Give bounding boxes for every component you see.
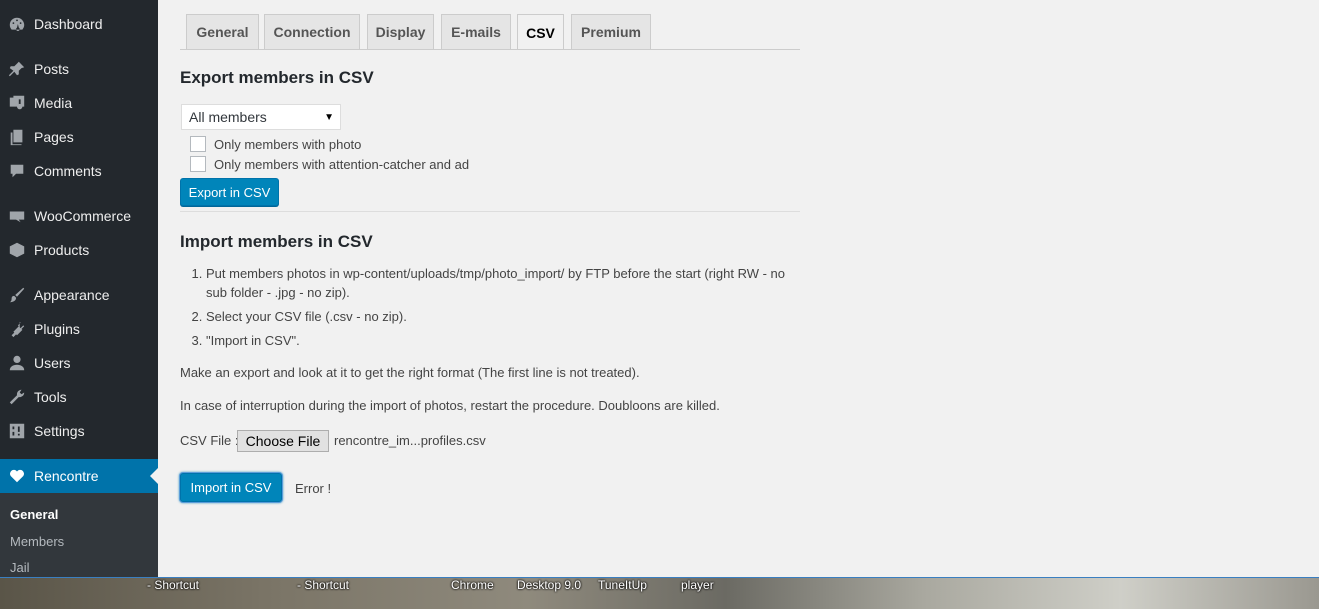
import-step: Put members photos in wp-content/uploads… [206,264,806,302]
taskbar-desktop[interactable]: Desktop 9.0 [517,578,581,592]
admin-sidebar: Dashboard Posts Media Pages Comments Woo… [0,0,158,577]
sidebar-item-label: Comments [34,163,102,179]
pages-icon [8,128,26,146]
sidebar-item-label: Products [34,242,90,258]
caret-down-icon: ▼ [324,112,334,123]
export-csv-button[interactable]: Export in CSV [180,178,279,206]
tabs-divider [180,49,800,50]
sidebar-item-woocommerce[interactable]: WooCommerce [0,199,158,233]
sidebar-item-plugins[interactable]: Plugins [0,312,158,346]
sidebar-item-rencontre[interactable]: Rencontre [0,459,158,493]
taskbar-player[interactable]: player [681,578,714,592]
import-csv-button[interactable]: Import in CSV [180,473,282,502]
ad-checkbox[interactable] [190,156,206,172]
sidebar-item-label: Posts [34,61,70,77]
tab-premium[interactable]: Premium [571,14,651,49]
tab-csv[interactable]: CSV [517,14,564,50]
tab-emails[interactable]: E-mails [441,14,511,49]
settings-icon [8,422,26,440]
export-title: Export members in CSV [180,68,374,87]
sidebar-item-tools[interactable]: Tools [0,380,158,414]
taskbar-tuneitup[interactable]: TuneItUp [598,578,647,592]
products-icon [8,241,26,259]
ad-checkbox-label: Only members with attention-catcher and … [214,156,470,172]
sidebar-item-users[interactable]: Users [0,346,158,380]
sidebar-item-dashboard[interactable]: Dashboard [0,7,158,41]
csv-file-label: CSV File : [180,433,239,448]
tab-general[interactable]: General [186,14,259,49]
import-note-interruption: In case of interruption during the impor… [180,398,720,413]
plug-icon [8,320,26,338]
sidebar-item-comments[interactable]: Comments [0,154,158,188]
submenu-item-jail[interactable]: Jail [10,560,30,575]
select-value: All members [189,109,267,125]
sidebar-item-label: Pages [34,129,74,145]
sidebar-item-media[interactable]: Media [0,86,158,120]
sidebar-item-label: Plugins [34,321,80,337]
sidebar-item-label: Appearance [34,287,110,303]
sidebar-item-label: Rencontre [34,468,99,484]
pin-icon [8,60,26,78]
woocommerce-icon [8,207,26,225]
submenu-item-members[interactable]: Members [10,534,64,549]
selected-file-name: rencontre_im...profiles.csv [334,433,486,448]
brush-icon [8,286,26,304]
import-step: "Import in CSV". [206,331,806,350]
wrench-icon [8,388,26,406]
import-step: Select your CSV file (.csv - no zip). [206,307,806,326]
sidebar-item-pages[interactable]: Pages [0,120,158,154]
user-icon [8,354,26,372]
ad-checkbox-row[interactable]: Only members with attention-catcher and … [190,155,469,173]
comment-icon [8,162,26,180]
media-icon [8,94,26,112]
sidebar-item-settings[interactable]: Settings [0,414,158,448]
rencontre-submenu: General Members Jail [0,493,158,577]
taskbar-shortcut-2[interactable]: - Shortcut [297,578,349,592]
import-steps: Put members photos in wp-content/uploads… [186,264,806,355]
sidebar-item-label: Dashboard [34,16,103,32]
sidebar-item-label: Settings [34,423,85,439]
choose-file-button[interactable]: Choose File [237,430,329,452]
sidebar-item-posts[interactable]: Posts [0,52,158,86]
tab-connection[interactable]: Connection [264,14,360,49]
tab-display[interactable]: Display [367,14,434,49]
sidebar-item-label: Media [34,95,73,111]
photo-checkbox[interactable] [190,136,206,152]
heart-icon [8,467,26,485]
dashboard-icon [8,15,26,33]
sidebar-item-label: Tools [34,389,67,405]
submenu-item-general[interactable]: General [10,507,58,522]
sidebar-item-appearance[interactable]: Appearance [0,278,158,312]
sidebar-item-label: Users [34,355,71,371]
sidebar-item-label: WooCommerce [34,208,131,224]
members-filter-select[interactable]: All members ▼ [181,104,341,130]
import-error-message: Error ! [295,481,332,496]
taskbar-chrome[interactable]: Chrome [451,578,494,592]
import-title: Import members in CSV [180,232,373,251]
import-note-format: Make an export and look at it to get the… [180,365,640,380]
photo-checkbox-row[interactable]: Only members with photo [190,135,361,153]
section-divider [180,211,800,212]
sidebar-item-products[interactable]: Products [0,233,158,267]
desktop-taskbar: - Shortcut - Shortcut Chrome Desktop 9.0… [0,577,1319,609]
taskbar-shortcut-1[interactable]: - Shortcut [147,578,199,592]
photo-checkbox-label: Only members with photo [214,136,362,152]
